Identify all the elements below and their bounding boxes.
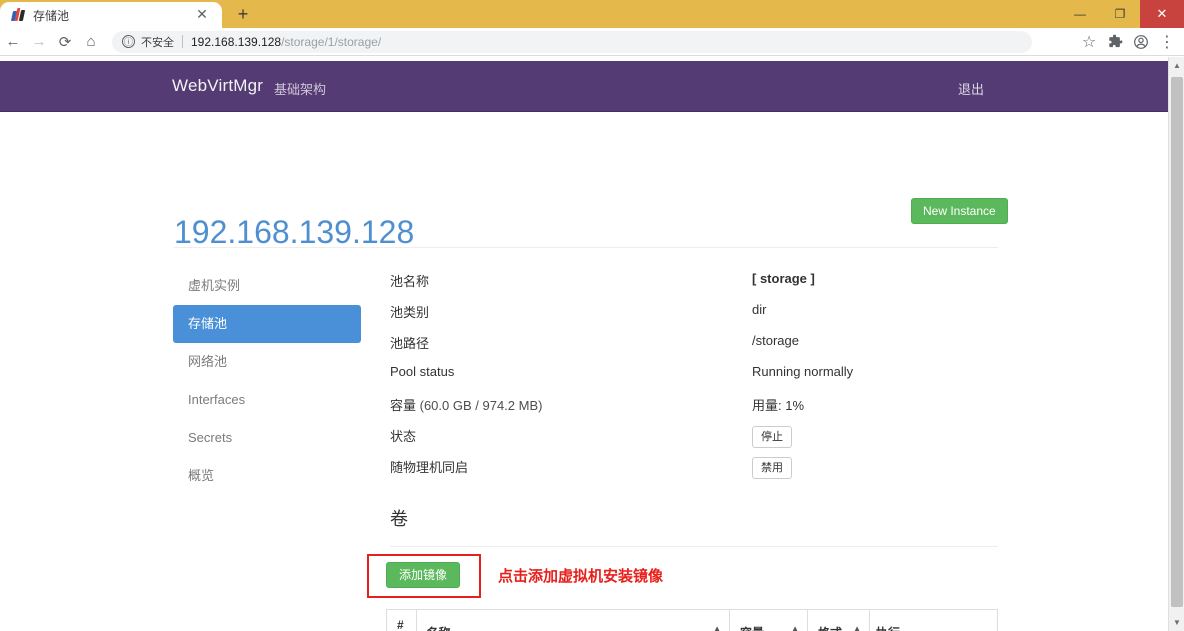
sort-both-icon: ▲▼ — [853, 624, 861, 631]
home-icon[interactable]: ⌂ — [78, 29, 104, 55]
volumes-divider — [390, 546, 998, 547]
window-controls: — ❐ ✕ — [1060, 0, 1184, 28]
url-text: 192.168.139.128/storage/1/storage/ — [191, 35, 381, 49]
detail-value: 停止 — [752, 426, 792, 449]
header-divider — [174, 247, 998, 248]
detail-label: 池名称 — [390, 274, 430, 289]
annotation-text: 点击添加虚拟机安装镜像 — [498, 568, 664, 585]
volumes-table: #▾ 名称▲▼ 容量▲▼ 格式▲▼ 执行 1 CentOS-7-x86_64-M… — [386, 609, 998, 631]
sort-both-icon: ▲▼ — [791, 624, 799, 631]
url-host: 192.168.139.128 — [191, 34, 282, 49]
page-title: 192.168.139.128 — [174, 214, 415, 251]
profile-avatar-icon[interactable] — [1128, 29, 1154, 55]
tab-title: 存储池 — [33, 8, 70, 23]
sidebar-item-secrets[interactable]: Secrets — [173, 419, 361, 457]
column-label: 容量 — [740, 626, 764, 631]
page-scrollbar[interactable]: ▲ ▼ — [1168, 57, 1184, 631]
sidebar-item-instances[interactable]: 虚机实例 — [173, 267, 361, 305]
usage-value: 用量: 1% — [752, 398, 805, 413]
browser-toolbar: ← → ⟳ ⌂ ⓘ 不安全 192.168.139.128/storage/1/… — [0, 28, 1184, 56]
close-window-icon[interactable]: ✕ — [1140, 0, 1184, 28]
column-label: 名称 — [427, 626, 451, 631]
detail-row-capacity: 容量 (60.0 GB / 974.2 MB) 用量: 1% — [390, 395, 1000, 426]
security-label: 不安全 — [141, 36, 174, 49]
app-brand[interactable]: WebVirtMgr — [172, 76, 263, 96]
extensions-puzzle-icon[interactable] — [1102, 29, 1128, 55]
webvirtmgr-page: WebVirtMgr 基础架构 退出 192.168.139.128 New I… — [0, 57, 1168, 631]
scroll-up-icon[interactable]: ▲ — [1169, 57, 1184, 74]
nav-item-logout[interactable]: 退出 — [958, 79, 984, 98]
volumes-table-head: #▾ 名称 ▲▼ 容量 ▲▼ 格式 ▲▼ 执行 — [386, 609, 998, 631]
pool-status-value: Running normally — [752, 364, 854, 379]
pool-name-value: [ storage ] — [752, 271, 815, 286]
url-path: /storage/1/storage/ — [281, 34, 382, 49]
pool-type-value: dir — [752, 302, 767, 317]
toolbar-actions: ☆ ⋮ — [1076, 29, 1184, 55]
detail-value: 禁用 — [752, 457, 792, 480]
detail-label: 状态 — [390, 429, 417, 444]
column-header-index[interactable]: #▾ — [386, 609, 417, 631]
disable-autostart-button[interactable]: 禁用 — [752, 457, 792, 480]
detail-label: 池路径 — [390, 336, 430, 351]
sidebar-item-storages[interactable]: 存储池 — [173, 305, 361, 343]
annotation-highlight-box — [367, 554, 481, 598]
address-bar[interactable]: ⓘ 不安全 192.168.139.128/storage/1/storage/ — [112, 30, 1032, 53]
sidebar-item-networks[interactable]: 网络池 — [173, 343, 361, 381]
forward-icon[interactable]: → — [26, 29, 52, 55]
capacity-sub: (60.0 GB / 974.2 MB) — [416, 398, 543, 413]
column-header-actions: 执行 — [869, 609, 998, 631]
detail-value: [ storage ] — [752, 271, 815, 286]
back-icon[interactable]: ← — [0, 29, 26, 55]
app-navbar: WebVirtMgr 基础架构 退出 — [0, 61, 1168, 112]
detail-label: Pool status — [390, 364, 455, 379]
restore-icon[interactable]: ❐ — [1100, 0, 1140, 28]
sidebar-nav: 虚机实例 存储池 网络池 Interfaces Secrets 概览 — [173, 267, 361, 495]
page-viewport: WebVirtMgr 基础架构 退出 192.168.139.128 New I… — [0, 57, 1184, 631]
sidebar-item-overview[interactable]: 概览 — [173, 457, 361, 495]
capacity-label: 容量 — [390, 398, 417, 413]
column-label: # — [397, 618, 404, 631]
detail-row-pool-type: 池类别 dir — [390, 302, 1000, 333]
sidebar-item-interfaces[interactable]: Interfaces — [173, 381, 361, 419]
detail-row-pool-name: 池名称 [ storage ] — [390, 271, 1000, 302]
column-header-name[interactable]: 名称 ▲▼ — [415, 609, 731, 631]
detail-row-state: 状态 停止 — [390, 426, 1000, 457]
column-label: 格式 — [818, 626, 842, 631]
stop-pool-button[interactable]: 停止 — [752, 426, 792, 449]
browser-tab-strip: 存储池 ✕ + — ❐ ✕ — [0, 0, 1184, 28]
browser-tab[interactable]: 存储池 ✕ — [0, 2, 222, 28]
volumes-section-title: 卷 — [390, 509, 408, 529]
detail-label: 随物理机同启 — [390, 460, 469, 475]
reload-icon[interactable]: ⟳ — [52, 29, 78, 55]
scrollbar-thumb[interactable] — [1171, 77, 1183, 607]
omnibox-separator — [182, 35, 183, 48]
close-tab-icon[interactable]: ✕ — [194, 7, 210, 23]
new-tab-button[interactable]: + — [232, 4, 254, 26]
favicon-icon — [10, 7, 26, 23]
column-header-size[interactable]: 容量 ▲▼ — [729, 609, 808, 631]
scroll-down-icon[interactable]: ▼ — [1169, 614, 1184, 631]
column-header-format[interactable]: 格式 ▲▼ — [807, 609, 870, 631]
pool-details: 池名称 [ storage ] 池类别 dir 池路径 /storage Poo… — [390, 271, 1000, 488]
detail-label: 容量 (60.0 GB / 974.2 MB) — [390, 395, 542, 414]
column-label: 执行 — [876, 626, 900, 631]
detail-row-pool-path: 池路径 /storage — [390, 333, 1000, 364]
detail-row-pool-status: Pool status Running normally — [390, 364, 1000, 395]
table-header-row: #▾ 名称 ▲▼ 容量 ▲▼ 格式 ▲▼ 执行 — [386, 609, 998, 631]
site-info-icon[interactable]: ⓘ — [122, 35, 135, 48]
bookmark-star-icon[interactable]: ☆ — [1076, 29, 1102, 55]
minimize-icon[interactable]: — — [1060, 0, 1100, 28]
detail-row-autostart: 随物理机同启 禁用 — [390, 457, 1000, 488]
browser-menu-icon[interactable]: ⋮ — [1154, 29, 1180, 55]
sort-both-icon: ▲▼ — [713, 624, 721, 631]
pool-path-value: /storage — [752, 333, 799, 348]
nav-item-infrastructure[interactable]: 基础架构 — [274, 79, 326, 98]
new-instance-button[interactable]: New Instance — [911, 198, 1008, 224]
detail-label: 池类别 — [390, 305, 430, 320]
